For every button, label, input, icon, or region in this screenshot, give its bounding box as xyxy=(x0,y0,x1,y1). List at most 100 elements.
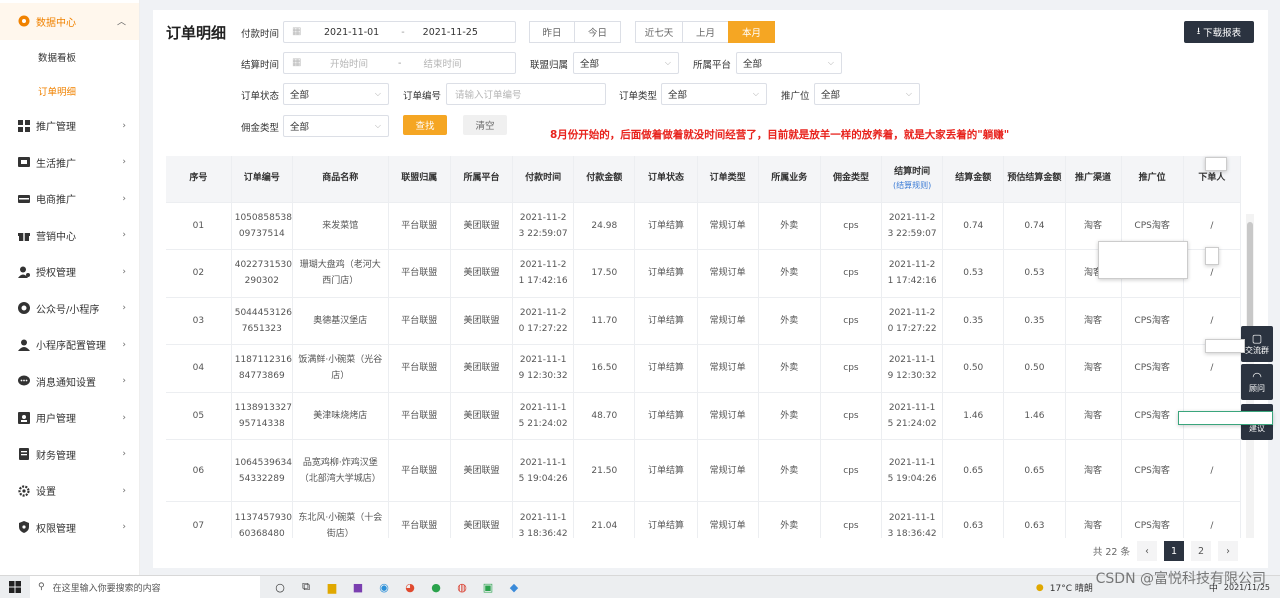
task-view-icon[interactable]: ⧉ xyxy=(296,578,316,596)
sidebar-item-miniapp[interactable]: 公众号/小程序 › xyxy=(0,290,139,327)
quick-last7-button[interactable]: 近七天 xyxy=(635,21,683,43)
wechat-work-icon[interactable]: ● xyxy=(426,578,446,596)
slot-select[interactable]: 全部 ⌵ xyxy=(814,83,920,105)
cell-no: 07 xyxy=(166,501,232,538)
table-row[interactable]: 03 5044453126 7651323 奥德基汉堡店 平台联盟 美团联盟 2021-1… xyxy=(166,296,1242,345)
sidebar-subitem-dashboard[interactable]: 数据看板 xyxy=(0,40,139,74)
preview-thumbnail xyxy=(1205,247,1219,265)
table-row[interactable]: 04 1187112316 84773869 饭满鲜·小碗菜（光谷店） 平台联盟 美团联… xyxy=(166,344,1242,392)
wechat-icon[interactable]: ▣ xyxy=(478,578,498,596)
column-header: 付款金额 xyxy=(573,156,636,202)
cell-channel: 淘客 xyxy=(1065,296,1122,345)
sidebar-item-label: 小程序配置管理 xyxy=(36,341,106,353)
notice-text: 8月份开始的，后面做着做着就没时间经营了，目前就是放羊一样的放养着，就是大家丢着… xyxy=(550,129,1010,141)
cell-order: 4022731530 290302 xyxy=(231,249,293,297)
download-label: 下载报表 xyxy=(1203,28,1242,39)
sidebar-item-marketing[interactable]: 营销中心 › xyxy=(0,217,139,254)
settle-rule-link[interactable]: (结算规则) xyxy=(884,179,940,192)
cell-buyer: / xyxy=(1183,439,1242,502)
total-count: 共 22 条 xyxy=(1092,547,1130,558)
cell-commission: cps xyxy=(820,249,883,297)
sidebar-subitem-order-detail[interactable]: 订单明细 xyxy=(0,74,139,108)
chat-group-widget[interactable]: ▢ 交流群 xyxy=(1241,326,1273,362)
settle-start-date[interactable]: 开始时间 xyxy=(330,56,368,70)
union-select[interactable]: 全部 ⌵ xyxy=(573,52,679,74)
app-icon[interactable]: ◆ xyxy=(504,578,524,596)
cell-est: 0.65 xyxy=(1003,439,1066,502)
scrollbar-thumb[interactable] xyxy=(1247,222,1253,332)
sidebar-item-life[interactable]: 生活推广 › xyxy=(0,144,139,181)
settle-time-range[interactable]: ▦ 开始时间 - 结束时间 xyxy=(283,52,516,74)
sidebar-item-label: 营销中心 xyxy=(36,231,76,243)
windows-start-button[interactable] xyxy=(0,581,30,593)
table-row[interactable]: 06 1064539634 54332289 品宽鸡柳·炸鸡汉堡（北部湾大学城店）平… xyxy=(166,439,1242,502)
find-button[interactable]: 查找 xyxy=(403,115,447,135)
clear-button[interactable]: 清空 xyxy=(463,115,507,135)
order-no-input[interactable]: 请输入订单编号 xyxy=(446,83,606,105)
cell-amount: 21.04 xyxy=(573,501,636,538)
sidebar-item-label: 设置 xyxy=(36,487,56,499)
column-header: 所属业务 xyxy=(758,156,821,202)
gift-icon xyxy=(18,229,30,242)
weather-text[interactable]: 17°C 晴朗 xyxy=(1050,581,1093,594)
sidebar-item-data-center[interactable]: 数据中心 ︿ xyxy=(0,3,139,40)
sidebar-item-label: 电商推广 xyxy=(36,195,76,207)
quick-yesterday-button[interactable]: 昨日 xyxy=(529,21,575,43)
settle-end-date[interactable]: 结束时间 xyxy=(423,56,461,70)
cell-est: 0.35 xyxy=(1003,296,1066,345)
prev-page-button[interactable]: ‹ xyxy=(1137,541,1157,561)
next-page-button[interactable]: › xyxy=(1218,541,1238,561)
sidebar-item-finance[interactable]: 财务管理 › xyxy=(0,436,139,473)
app-icon[interactable]: ◉ xyxy=(374,578,394,596)
table-row[interactable]: 01 1050858538 09737514 来发菜馆 平台联盟 美团联盟 2021-11… xyxy=(166,201,1242,250)
file-explorer-icon[interactable]: ▆ xyxy=(322,578,342,596)
pay-start-date[interactable]: 2021-11-01 xyxy=(324,27,379,38)
chevron-down-icon: ⌵ xyxy=(752,89,759,98)
column-header: 商品名称 xyxy=(292,156,389,202)
sidebar-item-miniapp-config[interactable]: 小程序配置管理 › xyxy=(0,327,139,364)
cell-settle-time: 2021-11-1 3 18:36:42 xyxy=(881,501,944,538)
quick-last-month-button[interactable]: 上月 xyxy=(682,21,729,43)
widget-label: 顾问 xyxy=(1249,384,1265,393)
sidebar-item-settings[interactable]: 设置 › xyxy=(0,473,139,510)
sidebar-item-notification[interactable]: 消息通知设置 › xyxy=(0,363,139,400)
taskbar-search-input[interactable]: ⚲ 在这里输入你要搜索的内容 xyxy=(30,575,260,598)
quick-today-button[interactable]: 今日 xyxy=(574,21,621,43)
sidebar-item-users[interactable]: 用户管理 › xyxy=(0,400,139,437)
browser-icon[interactable]: ◍ xyxy=(452,578,472,596)
table-row[interactable]: 02 4022731530 290302 珊瑚大盘鸡（老河大西门店） 平台联盟 美团联盟… xyxy=(166,249,1242,297)
cell-channel: 淘客 xyxy=(1065,501,1122,538)
search-icon: ⚲ xyxy=(38,582,45,592)
pay-end-date[interactable]: 2021-11-25 xyxy=(423,27,478,38)
cell-slot: CPS淘客 xyxy=(1121,501,1184,538)
cell-commission: cps xyxy=(820,391,883,440)
page-2-button[interactable]: 2 xyxy=(1191,541,1211,561)
chrome-icon[interactable]: ◕ xyxy=(400,578,420,596)
page-1-button[interactable]: 1 xyxy=(1164,541,1184,561)
download-report-button[interactable]: ⭳ 下载报表 xyxy=(1184,21,1254,43)
platform-select[interactable]: 全部 ⌵ xyxy=(736,52,842,74)
cell-platform: 美团联盟 xyxy=(450,391,514,440)
cell-commission: cps xyxy=(820,201,883,250)
cortana-icon[interactable]: ○ xyxy=(270,578,290,596)
table-row[interactable]: 07 1137457930 60368480 东北风·小碗菜（十会街店） 平台联盟 美团… xyxy=(166,501,1242,538)
sidebar-item-label: 权限管理 xyxy=(36,523,76,535)
table-row[interactable]: 05 1138913327 95714338 美津味烧烤店 平台联盟 美团联盟 2021-… xyxy=(166,391,1242,440)
consultant-widget[interactable]: ◠ 顾问 xyxy=(1241,364,1273,400)
cell-union: 平台联盟 xyxy=(388,391,451,440)
chevron-up-icon: ︿ xyxy=(116,17,126,28)
type-value: 全部 xyxy=(668,90,688,101)
photoshop-icon[interactable]: ■ xyxy=(348,578,368,596)
sidebar-item-promotion[interactable]: 推广管理 › xyxy=(0,108,139,145)
platform-label: 所属平台 xyxy=(693,60,732,71)
type-select[interactable]: 全部 ⌵ xyxy=(661,83,767,105)
sidebar-item-permission[interactable]: 权限管理 › xyxy=(0,509,139,546)
status-select[interactable]: 全部 ⌵ xyxy=(283,83,389,105)
pay-time-range[interactable]: ▦ 2021-11-01 - 2021-11-25 xyxy=(283,21,516,43)
sidebar-item-auth[interactable]: 授权管理 › xyxy=(0,254,139,291)
sidebar-item-ecommerce[interactable]: 电商推广 › xyxy=(0,181,139,218)
headset-icon: ◠ xyxy=(1252,370,1262,383)
quick-this-month-button[interactable]: 本月 xyxy=(728,21,775,43)
cell-type: 常规订单 xyxy=(697,296,759,345)
commission-select[interactable]: 全部 ⌵ xyxy=(283,115,389,137)
